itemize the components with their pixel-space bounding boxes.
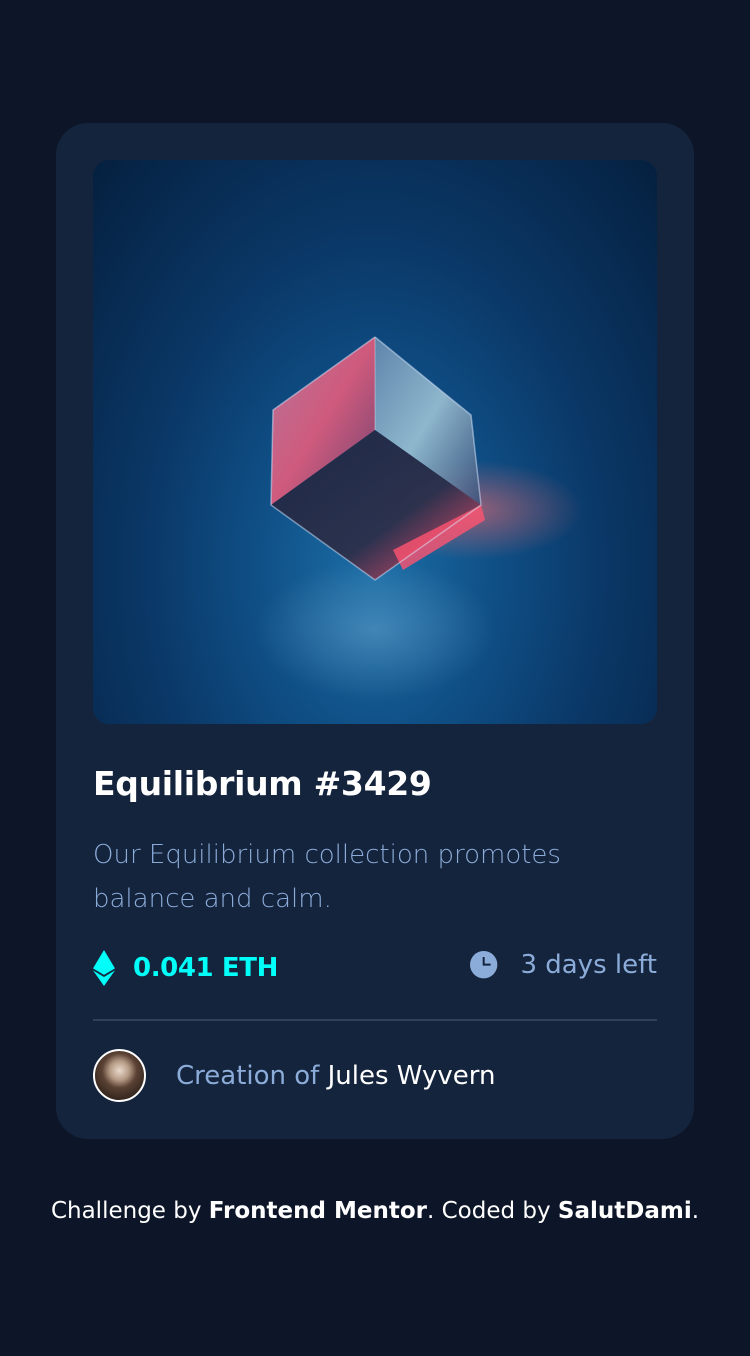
coded-prefix: . Coded by [426, 1198, 551, 1224]
attribution-suffix: . [691, 1198, 700, 1224]
clock-icon [470, 951, 498, 979]
avatar [93, 1049, 146, 1102]
time-value: 3 days left [520, 950, 657, 980]
crystal-cube-image [255, 336, 583, 700]
frontend-mentor-link[interactable]: Frontend Mentor [209, 1198, 427, 1224]
divider [93, 1019, 657, 1021]
card-title[interactable]: Equilibrium #3429 [93, 764, 432, 803]
nft-image[interactable] [93, 160, 657, 724]
card-description: Our Equilibrium collection promotes bala… [93, 840, 561, 914]
challenge-prefix: Challenge by [50, 1198, 202, 1224]
time-remaining: 3 days left [470, 950, 657, 980]
creator: Creation of Jules Wyvern [93, 1049, 496, 1102]
attribution: Challenge by Frontend Mentor. Coded by S… [0, 1198, 750, 1224]
ethereum-icon [93, 950, 115, 986]
card-meta: 0.041 ETH 3 days left [93, 948, 657, 988]
author-link[interactable]: SalutDami [558, 1198, 692, 1224]
nft-card: Equilibrium #3429 Our Equilibrium collec… [56, 123, 694, 1139]
creator-name-link[interactable]: Jules Wyvern [328, 1061, 496, 1091]
price-value: 0.041 ETH [133, 953, 278, 983]
creator-text: Creation of Jules Wyvern [176, 1061, 496, 1091]
creator-prefix: Creation of [176, 1060, 320, 1091]
price: 0.041 ETH [93, 950, 278, 986]
